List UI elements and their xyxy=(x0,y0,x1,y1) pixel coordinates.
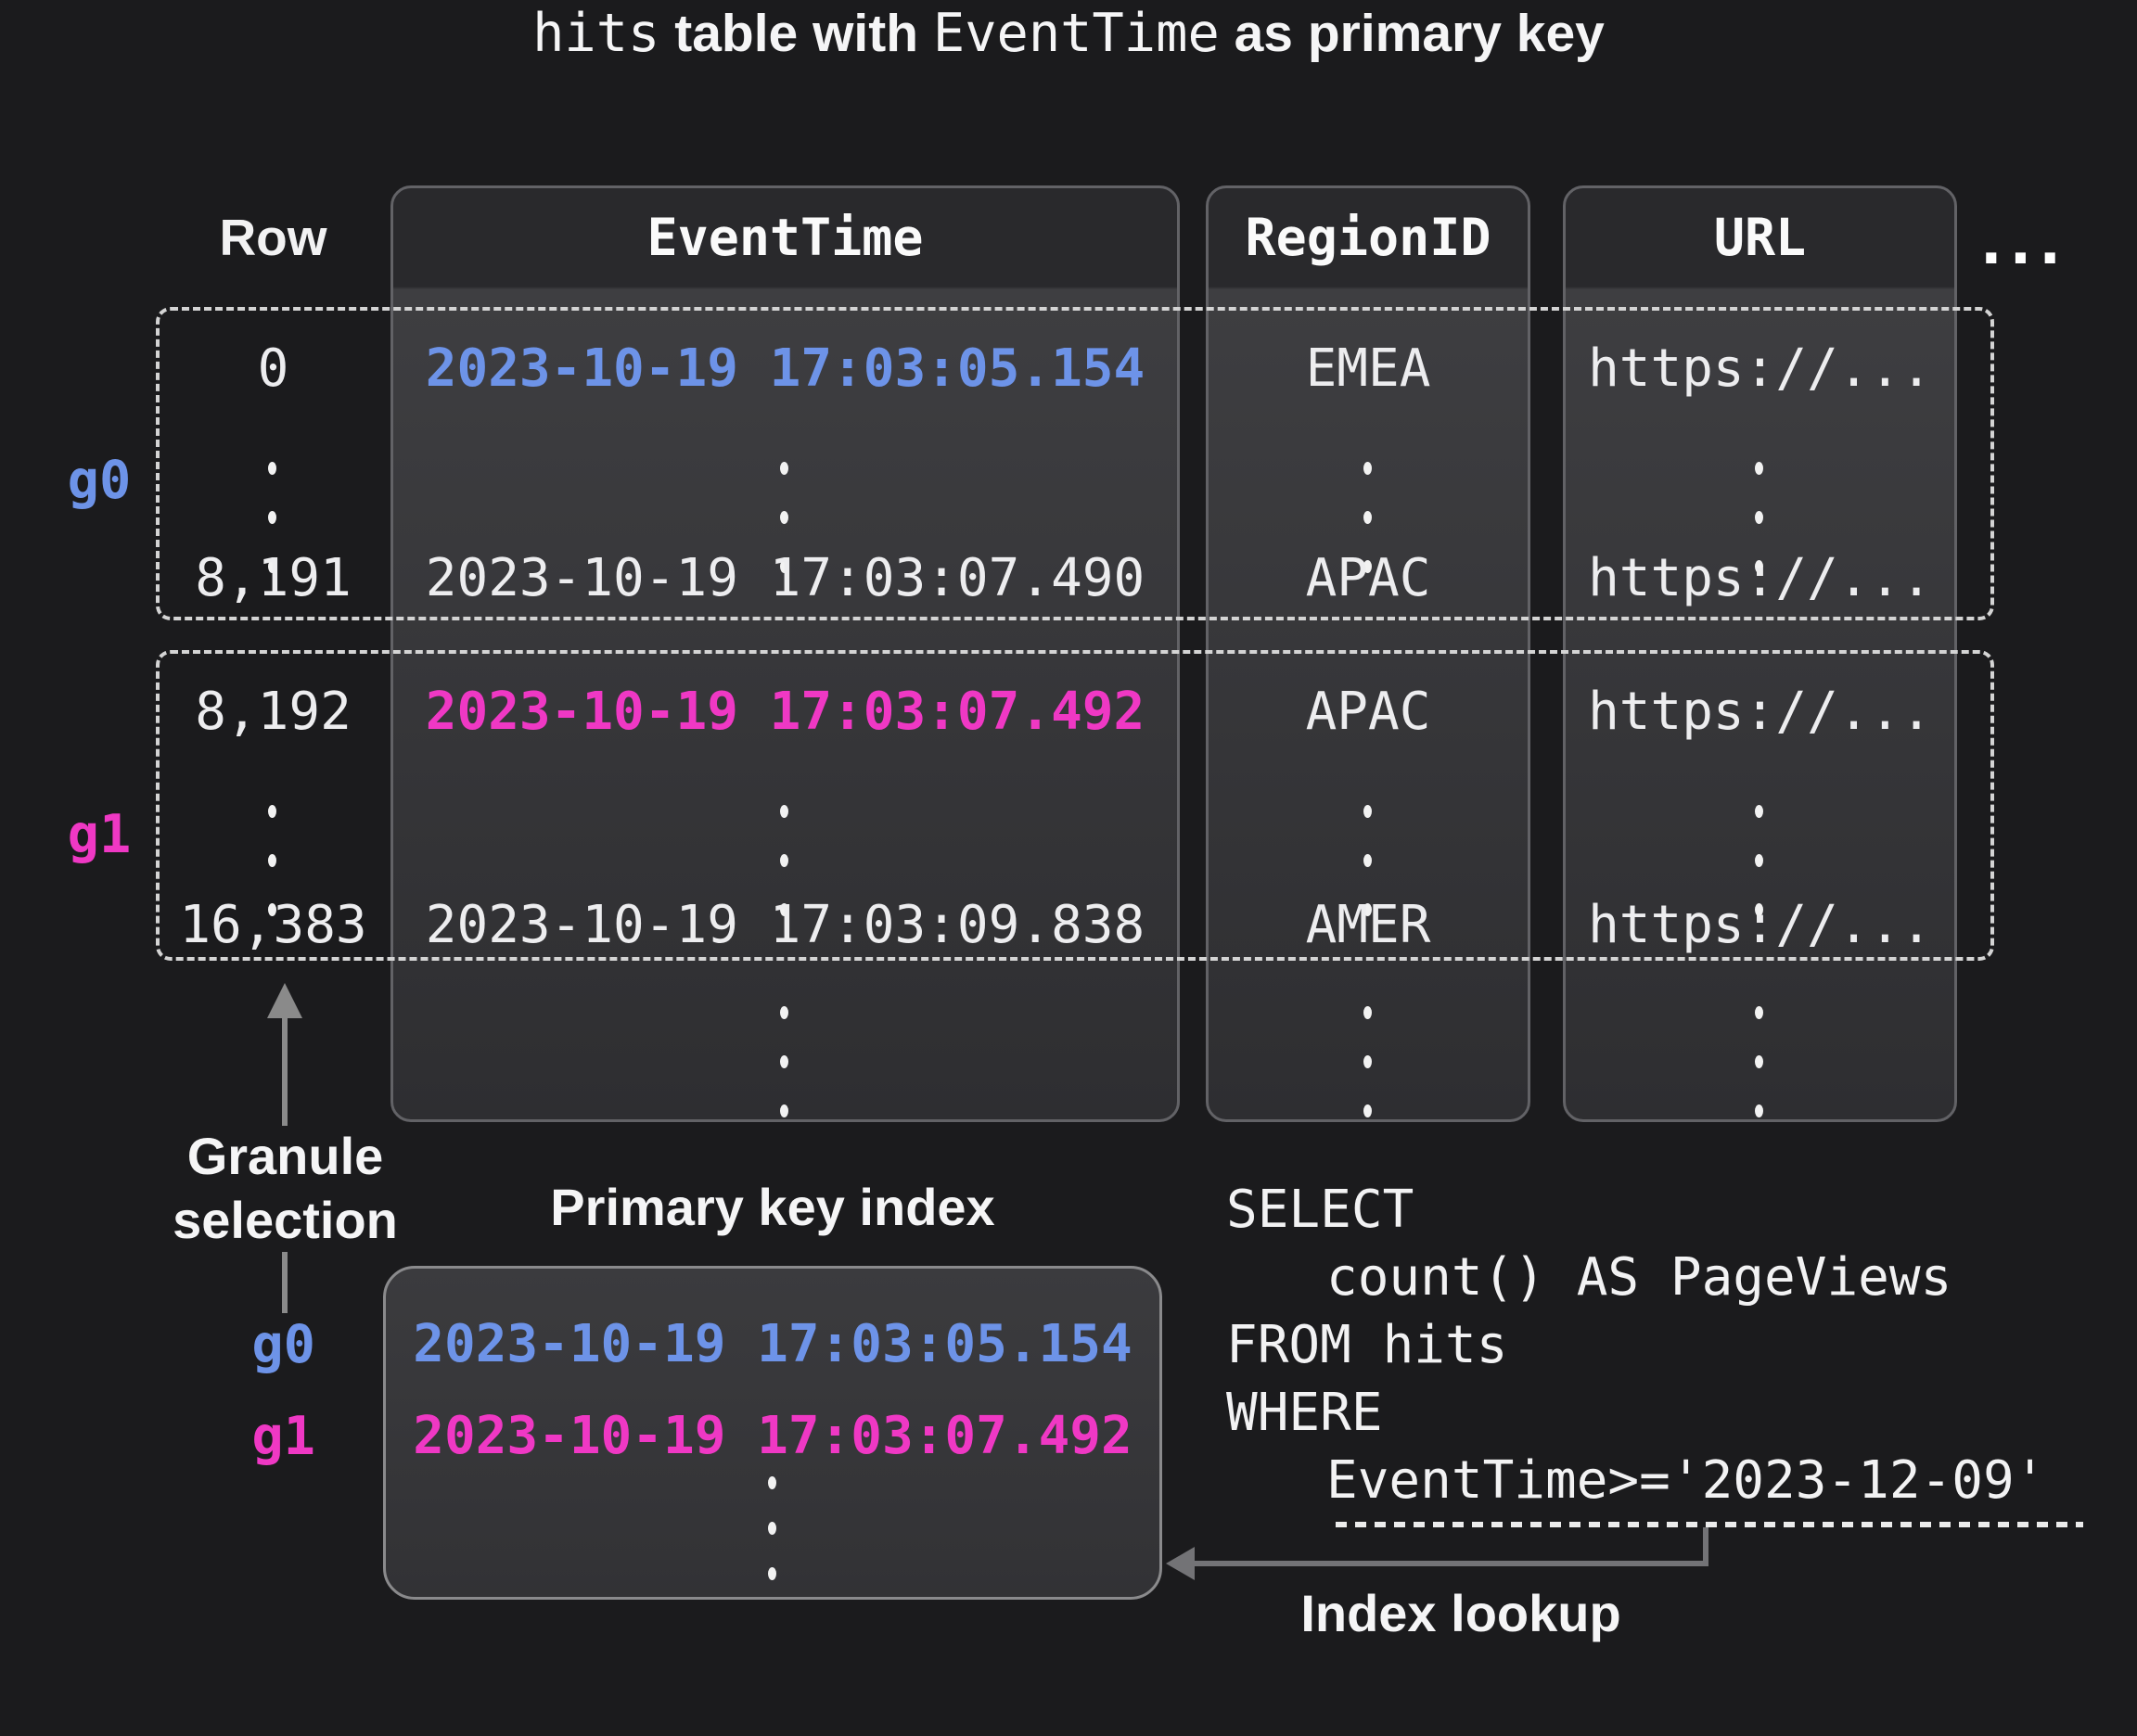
column-header-url: URL xyxy=(1566,188,1954,287)
cell-regionid: AMER xyxy=(1206,892,1530,959)
pk-granule-g1-label: g1 xyxy=(176,1404,315,1469)
cell-row-number: 16,383 xyxy=(156,892,390,959)
cell-row-number: 0 xyxy=(156,336,390,402)
cell-row-number: 8,192 xyxy=(156,679,390,746)
cell-regionid: APAC xyxy=(1206,679,1530,746)
column-header-eventtime: EventTime xyxy=(393,188,1177,287)
diagram-title: hits table with EventTime as primary key xyxy=(0,0,2137,67)
left-arrow-icon xyxy=(1166,1547,1195,1580)
pk-granule-g0-label: g0 xyxy=(176,1312,315,1377)
granule-selection-line2: selection xyxy=(70,1188,501,1252)
title-text-2: as primary key xyxy=(1220,3,1605,64)
column-header-regionid: RegionID xyxy=(1209,188,1528,287)
sql-where-line: WHERE xyxy=(1226,1379,2045,1447)
cell-url: https://... xyxy=(1563,679,1957,746)
cell-eventtime: 2023-10-19 17:03:05.154 xyxy=(390,336,1180,402)
cell-eventtime: 2023-10-19 17:03:07.490 xyxy=(390,545,1180,612)
vertical-ellipsis-icon xyxy=(768,1476,776,1580)
granule-g1-label: g1 xyxy=(39,805,160,864)
up-arrow-icon xyxy=(267,983,302,1018)
index-lookup-connector-vertical xyxy=(1703,1527,1708,1564)
diagram-canvas: hits table with EventTime as primary key… xyxy=(0,0,2137,1736)
granule-selection-label: Granule selection xyxy=(70,1124,501,1252)
sql-select-line: SELECT xyxy=(1226,1176,2045,1244)
cell-eventtime: 2023-10-19 17:03:09.838 xyxy=(390,892,1180,959)
sql-from-line: FROM hits xyxy=(1226,1311,2045,1379)
sql-predicate-line: EventTime>='2023-12-09' xyxy=(1226,1447,2045,1514)
pk-entry-eventtime: 2023-10-19 17:03:07.492 xyxy=(383,1404,1162,1469)
sql-query: SELECT count() AS PageViews FROM hits WH… xyxy=(1226,1176,2045,1514)
cell-url: https://... xyxy=(1563,336,1957,402)
row-column-header: Row xyxy=(156,210,390,265)
vertical-ellipsis-icon xyxy=(1755,1006,1763,1117)
more-columns-ellipsis: ... xyxy=(1981,206,2137,271)
index-lookup-label: Index lookup xyxy=(1234,1581,1688,1646)
vertical-ellipsis-icon xyxy=(780,1006,788,1117)
title-text-1: table with xyxy=(659,3,933,64)
predicate-dashed-underline xyxy=(1336,1522,2083,1527)
cell-eventtime: 2023-10-19 17:03:07.492 xyxy=(390,679,1180,746)
title-primary-key-column: EventTime xyxy=(933,3,1220,64)
cell-url: https://... xyxy=(1563,545,1957,612)
granule-selection-line1: Granule xyxy=(70,1124,501,1188)
granule-selection-connector-line xyxy=(282,1252,288,1313)
cell-regionid: APAC xyxy=(1206,545,1530,612)
pk-entry-eventtime: 2023-10-19 17:03:05.154 xyxy=(383,1312,1162,1377)
cell-regionid: EMEA xyxy=(1206,336,1530,402)
title-table-name: hits xyxy=(532,3,659,64)
cell-url: https://... xyxy=(1563,892,1957,959)
vertical-ellipsis-icon xyxy=(1363,1006,1372,1117)
sql-count-line: count() AS PageViews xyxy=(1226,1244,2045,1311)
granule-g0-label: g0 xyxy=(39,451,160,510)
up-arrow-line xyxy=(282,1016,288,1126)
cell-row-number: 8,191 xyxy=(156,545,390,612)
index-lookup-connector-horizontal xyxy=(1191,1561,1708,1566)
